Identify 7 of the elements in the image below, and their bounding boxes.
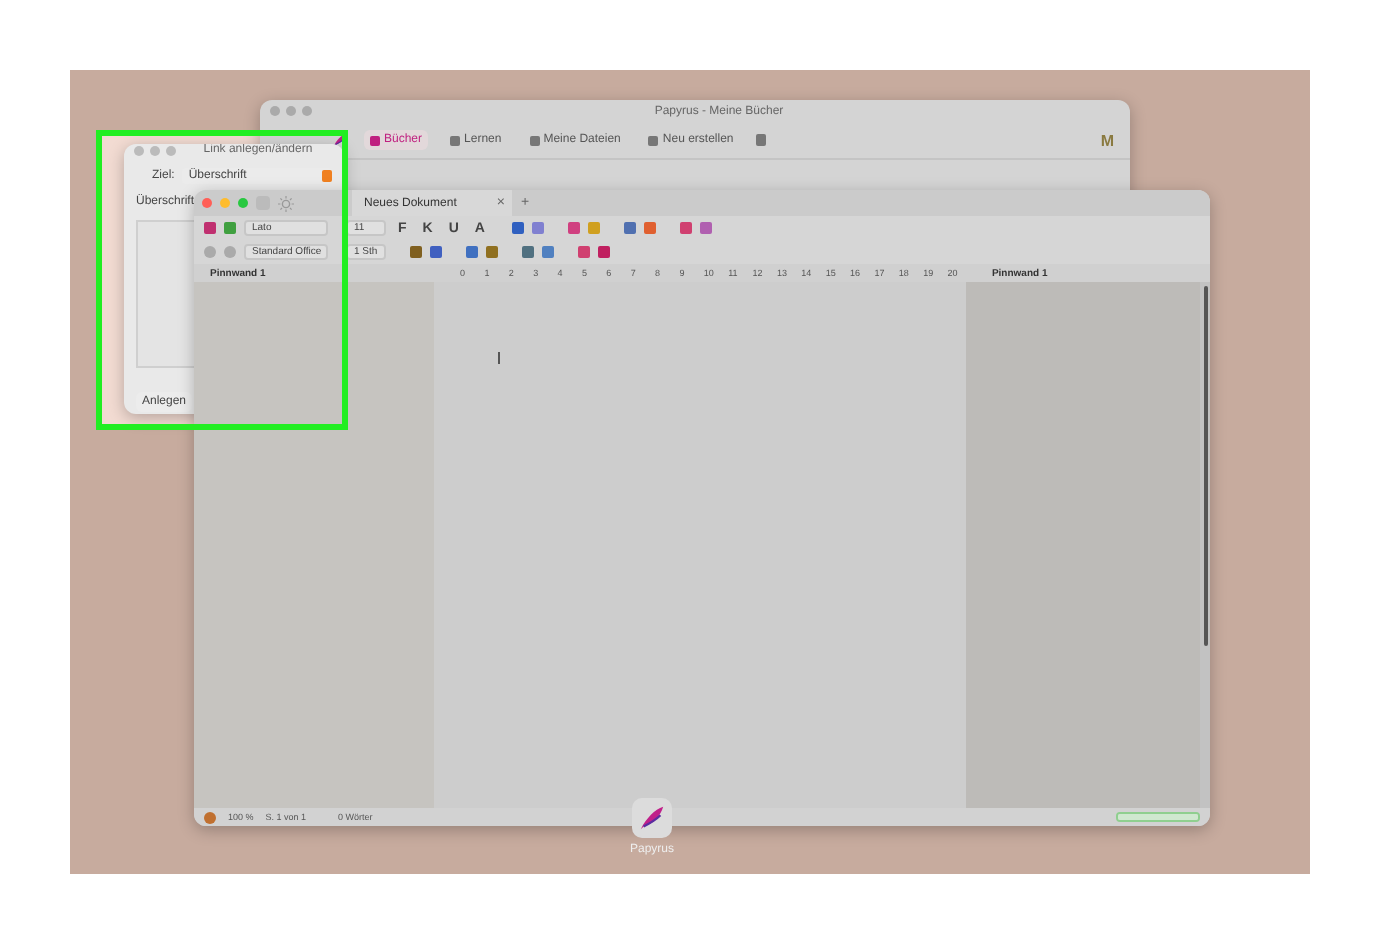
progress-bar bbox=[1116, 812, 1200, 822]
status-icon bbox=[204, 811, 216, 823]
scrollbar-thumb[interactable] bbox=[1203, 286, 1207, 646]
headings-list[interactable] bbox=[136, 220, 200, 368]
sun-icon[interactable] bbox=[278, 195, 294, 211]
text-cursor bbox=[498, 352, 500, 364]
app-dock-icon[interactable] bbox=[632, 798, 672, 838]
